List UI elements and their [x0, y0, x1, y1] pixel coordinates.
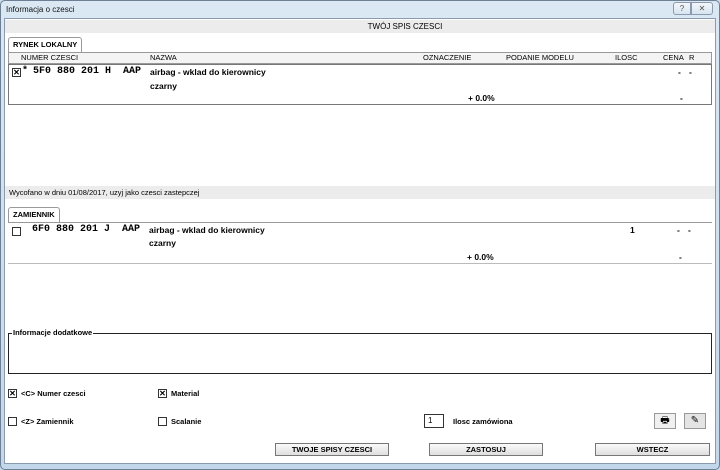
col-oznaczenie: OZNACZENIE: [423, 53, 472, 62]
part-number: 5F0 880 201 H: [33, 66, 112, 77]
header-band: TWÓJ SPIS CZESCI: [5, 20, 715, 33]
replacement-option-label: <Z> Zamiennik: [21, 417, 74, 426]
back-button[interactable]: WSTECZ: [595, 443, 710, 456]
row-checkbox[interactable]: ✕: [12, 68, 21, 77]
col-r: R: [689, 53, 695, 62]
part-name: airbag - wklad do kierownicy: [150, 67, 266, 77]
part-name-line2: czarny: [150, 81, 177, 91]
close-icon[interactable]: ✕: [691, 2, 713, 15]
price: -: [677, 225, 680, 235]
order-qty-label: Ilosc zamówiona: [453, 417, 513, 426]
print-icon[interactable]: 🖶: [654, 413, 676, 429]
apply-button[interactable]: ZASTOSUJ: [429, 443, 543, 456]
tab-rynek-lokalny[interactable]: RYNEK LOKALNY: [8, 37, 83, 52]
brand: AAP: [123, 66, 142, 77]
part-number: 6F0 880 201 J: [32, 224, 111, 235]
window-title: Informacja o czesci: [6, 5, 75, 14]
col-nazwa: NAZWA: [150, 53, 177, 62]
col-podanie-modelu: PODANIE MODELU: [506, 53, 574, 62]
help-icon[interactable]: ?: [673, 2, 691, 15]
col-ilosc: ILOSC: [615, 53, 638, 62]
part-number-option-label: <C> Numer czesci: [21, 389, 86, 398]
edit-icon[interactable]: ✎: [684, 413, 706, 429]
table-row[interactable]: ✕ * 5F0 880 201 H AAP airbag - wklad do …: [8, 64, 712, 105]
withdrawn-note: Wycofano w dniu 01/08/2017, uzyj jako cz…: [5, 186, 715, 199]
additional-info-label: Informacje dodatkowe: [12, 328, 94, 337]
col-numer: NUMER CZESCI: [21, 53, 79, 62]
row-marker: *: [22, 66, 29, 77]
material-label: Material: [171, 389, 200, 398]
part-number-checkbox[interactable]: ✕: [8, 389, 17, 398]
col-cena: CENA: [663, 53, 684, 62]
merge-checkbox[interactable]: [158, 417, 167, 426]
part-name: airbag - wklad do kierownicy: [149, 225, 265, 235]
price: -: [678, 67, 681, 77]
merge-label: Scalanie: [171, 417, 202, 426]
price-total: -: [680, 93, 683, 103]
brand: AAP: [122, 224, 141, 235]
additional-info-box[interactable]: [8, 333, 712, 374]
price-total: -: [679, 252, 682, 262]
tab-zamiennik[interactable]: ZAMIENNIK: [8, 207, 60, 222]
order-qty-input[interactable]: 1: [424, 414, 444, 428]
r-value: -: [688, 225, 691, 235]
percent: + 0.0%: [467, 252, 494, 262]
row-checkbox[interactable]: [12, 227, 21, 236]
material-checkbox[interactable]: ✕: [158, 389, 167, 398]
part-name-line2: czarny: [149, 238, 176, 248]
quantity: 1: [630, 225, 635, 235]
table-row[interactable]: 6F0 880 201 J AAP airbag - wklad do kier…: [8, 222, 712, 264]
r-value: -: [689, 67, 692, 77]
percent: + 0.0%: [468, 93, 495, 103]
your-lists-button[interactable]: TWOJE SPISY CZESCI: [275, 443, 389, 456]
replacement-checkbox[interactable]: [8, 417, 17, 426]
table-header: NUMER CZESCI NAZWA OZNACZENIE PODANIE MO…: [8, 52, 712, 64]
